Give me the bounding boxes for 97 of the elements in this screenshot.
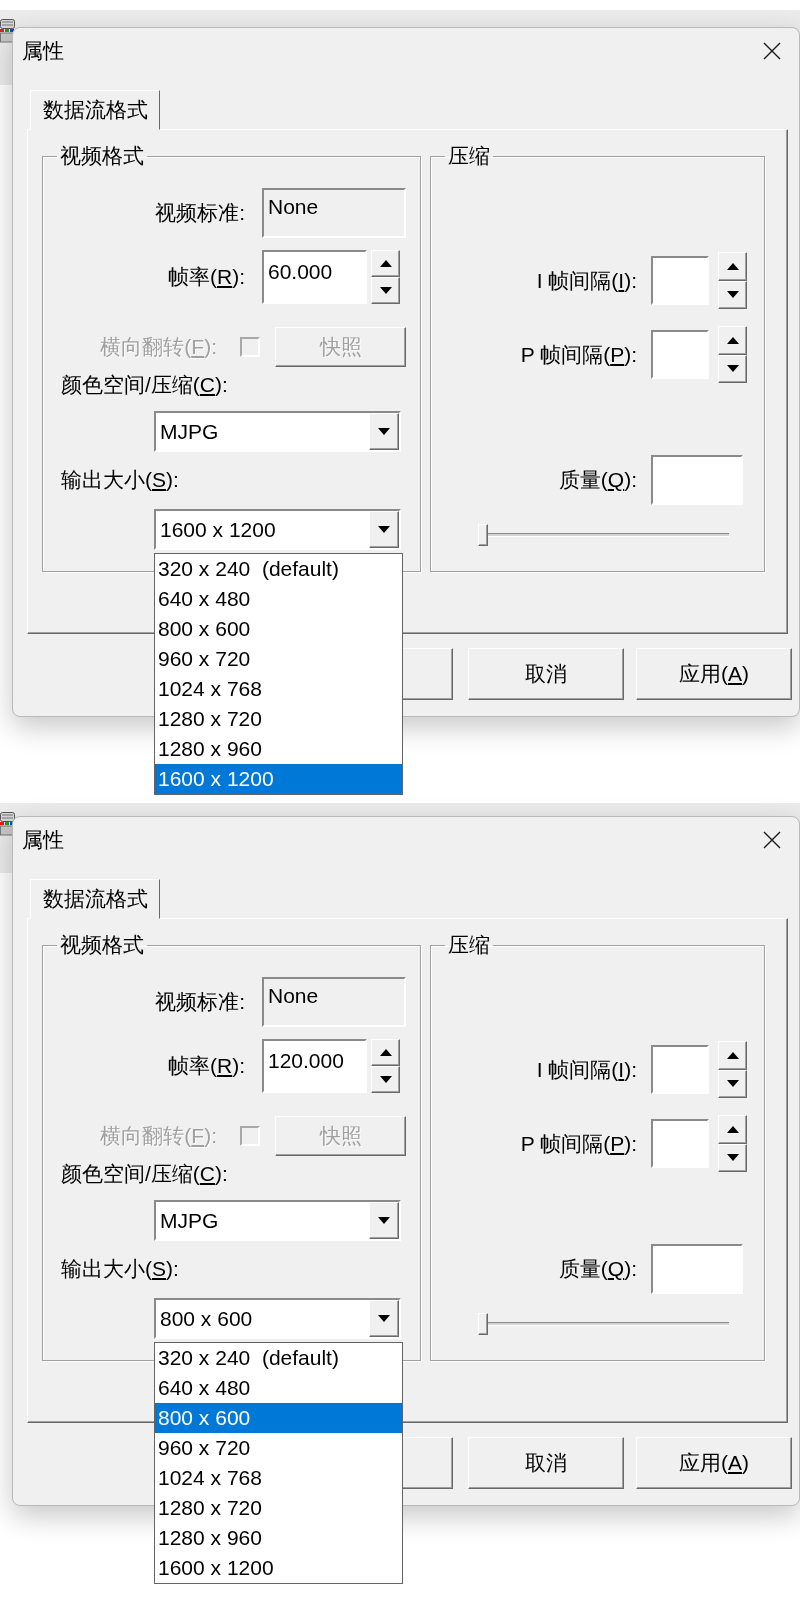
- dropdown-button[interactable]: [369, 413, 399, 450]
- color-space-label: 颜色空间/压缩(C):: [60, 373, 228, 397]
- p-frame-interval-field[interactable]: [651, 1119, 709, 1168]
- output-size-dropdown[interactable]: 1600 x 1200: [154, 509, 401, 550]
- group-title: 压缩: [447, 933, 491, 957]
- dialog-button[interactable]: 应用(A): [636, 1437, 792, 1489]
- dropdown-option[interactable]: 1280 x 720: [155, 704, 402, 734]
- spin-down-button[interactable]: [718, 1069, 747, 1098]
- caret-down-icon: [378, 1217, 390, 1224]
- spin-down-button[interactable]: [371, 1066, 400, 1093]
- output-size-label: 输出大小(S):: [60, 1257, 179, 1281]
- spin-down-button[interactable]: [371, 277, 400, 304]
- dropdown-option[interactable]: 640 x 480: [155, 1373, 402, 1403]
- color-space-dropdown[interactable]: MJPG: [154, 1200, 401, 1241]
- output-size-label: 输出大小(S):: [60, 468, 179, 492]
- caret-down-icon: [726, 291, 739, 299]
- dialog-button[interactable]: [401, 648, 453, 700]
- caret-down-icon: [379, 287, 392, 294]
- i-frame-interval-label: I 帧间隔(I):: [535, 1057, 637, 1082]
- p-frame-interval-field[interactable]: [651, 330, 709, 379]
- dropdown-option[interactable]: 320 x 240 (default): [155, 554, 402, 584]
- flip-horizontal-label: 横向翻转(F):: [99, 335, 217, 359]
- close-icon: [763, 830, 781, 849]
- caret-down-icon: [379, 1076, 392, 1083]
- dropdown-option[interactable]: 960 x 720: [155, 644, 402, 674]
- dropdown-option[interactable]: 320 x 240 (default): [155, 1343, 402, 1373]
- dialog-button[interactable]: 取消: [468, 1437, 624, 1489]
- p-frame-interval-label: P 帧间隔(P):: [519, 342, 637, 367]
- group-title: 视频格式: [59, 933, 145, 957]
- i-frame-interval-label: I 帧间隔(I):: [535, 268, 637, 293]
- spin-down-button[interactable]: [718, 1143, 747, 1172]
- tab[interactable]: 数据流格式: [30, 879, 160, 919]
- quality-label: 质量(Q):: [557, 468, 637, 492]
- caret-down-icon: [378, 526, 390, 533]
- video-standard-field[interactable]: None: [262, 188, 406, 238]
- caret-up-icon: [726, 262, 739, 270]
- spin-up-button[interactable]: [371, 1039, 400, 1066]
- slider-thumb[interactable]: [478, 1313, 488, 1335]
- frame-rate-field[interactable]: 120.000: [262, 1039, 367, 1093]
- video-standard-label: 视频标准:: [154, 990, 245, 1014]
- caret-up-icon: [726, 336, 739, 344]
- frame-rate-label: 帧率(R):: [167, 265, 245, 289]
- quality-field[interactable]: [651, 1244, 743, 1294]
- quality-label: 质量(Q):: [557, 1257, 637, 1281]
- tab[interactable]: 数据流格式: [30, 90, 160, 130]
- dropdown-option[interactable]: 800 x 600: [155, 614, 402, 644]
- video-standard-label: 视频标准:: [154, 201, 245, 225]
- dropdown-option[interactable]: 1024 x 768: [155, 1463, 402, 1493]
- dropdown-option[interactable]: 1280 x 960: [155, 734, 402, 764]
- dropdown-button[interactable]: [369, 1300, 399, 1337]
- dropdown-option[interactable]: 1024 x 768: [155, 674, 402, 704]
- spin-up-button[interactable]: [718, 1041, 747, 1070]
- caret-down-icon: [726, 365, 739, 373]
- frame-rate-label: 帧率(R):: [167, 1054, 245, 1078]
- dropdown-option[interactable]: 1280 x 960: [155, 1523, 402, 1553]
- dialog-button[interactable]: 应用(A): [636, 648, 792, 700]
- dropdown-option[interactable]: 640 x 480: [155, 584, 402, 614]
- output-size-dropdown[interactable]: 800 x 600: [154, 1298, 401, 1339]
- caret-down-icon: [726, 1154, 739, 1162]
- i-frame-interval-field[interactable]: [651, 1045, 709, 1094]
- group-title: 压缩: [447, 144, 491, 168]
- frame-rate-field[interactable]: 60.000: [262, 250, 367, 304]
- caret-up-icon: [726, 1125, 739, 1133]
- caret-down-icon: [726, 1080, 739, 1088]
- caret-up-icon: [726, 1051, 739, 1059]
- quality-field[interactable]: [651, 455, 743, 505]
- flip-horizontal-label: 横向翻转(F):: [99, 1124, 217, 1148]
- caret-down-icon: [378, 1315, 390, 1322]
- dropdown-option[interactable]: 1600 x 1200: [155, 764, 402, 794]
- dropdown-option[interactable]: 960 x 720: [155, 1433, 402, 1463]
- caret-down-icon: [378, 428, 390, 435]
- group-title: 视频格式: [59, 144, 145, 168]
- spin-down-button[interactable]: [718, 354, 747, 383]
- dialog-button[interactable]: 取消: [468, 648, 624, 700]
- p-frame-interval-label: P 帧间隔(P):: [519, 1131, 637, 1156]
- spin-up-button[interactable]: [718, 252, 747, 281]
- slider-thumb[interactable]: [478, 524, 488, 546]
- spin-up-button[interactable]: [371, 250, 400, 277]
- close-icon: [763, 41, 781, 60]
- dialog-title: 属性: [22, 826, 64, 853]
- dropdown-option[interactable]: 1600 x 1200: [155, 1553, 402, 1583]
- i-frame-interval-field[interactable]: [651, 256, 709, 305]
- dropdown-option[interactable]: 800 x 600: [155, 1403, 402, 1433]
- dialog-title: 属性: [22, 37, 64, 64]
- dropdown-button[interactable]: [369, 511, 399, 548]
- color-space-label: 颜色空间/压缩(C):: [60, 1162, 228, 1186]
- video-standard-field[interactable]: None: [262, 977, 406, 1027]
- app-icon: [0, 19, 15, 43]
- color-space-dropdown[interactable]: MJPG: [154, 411, 401, 452]
- dropdown-button[interactable]: [369, 1202, 399, 1239]
- caret-up-icon: [379, 260, 392, 267]
- spin-up-button[interactable]: [718, 1115, 747, 1144]
- caret-up-icon: [379, 1049, 392, 1056]
- spin-up-button[interactable]: [718, 326, 747, 355]
- spin-down-button[interactable]: [718, 280, 747, 309]
- dialog-button[interactable]: [401, 1437, 453, 1489]
- dropdown-option[interactable]: 1280 x 720: [155, 1493, 402, 1523]
